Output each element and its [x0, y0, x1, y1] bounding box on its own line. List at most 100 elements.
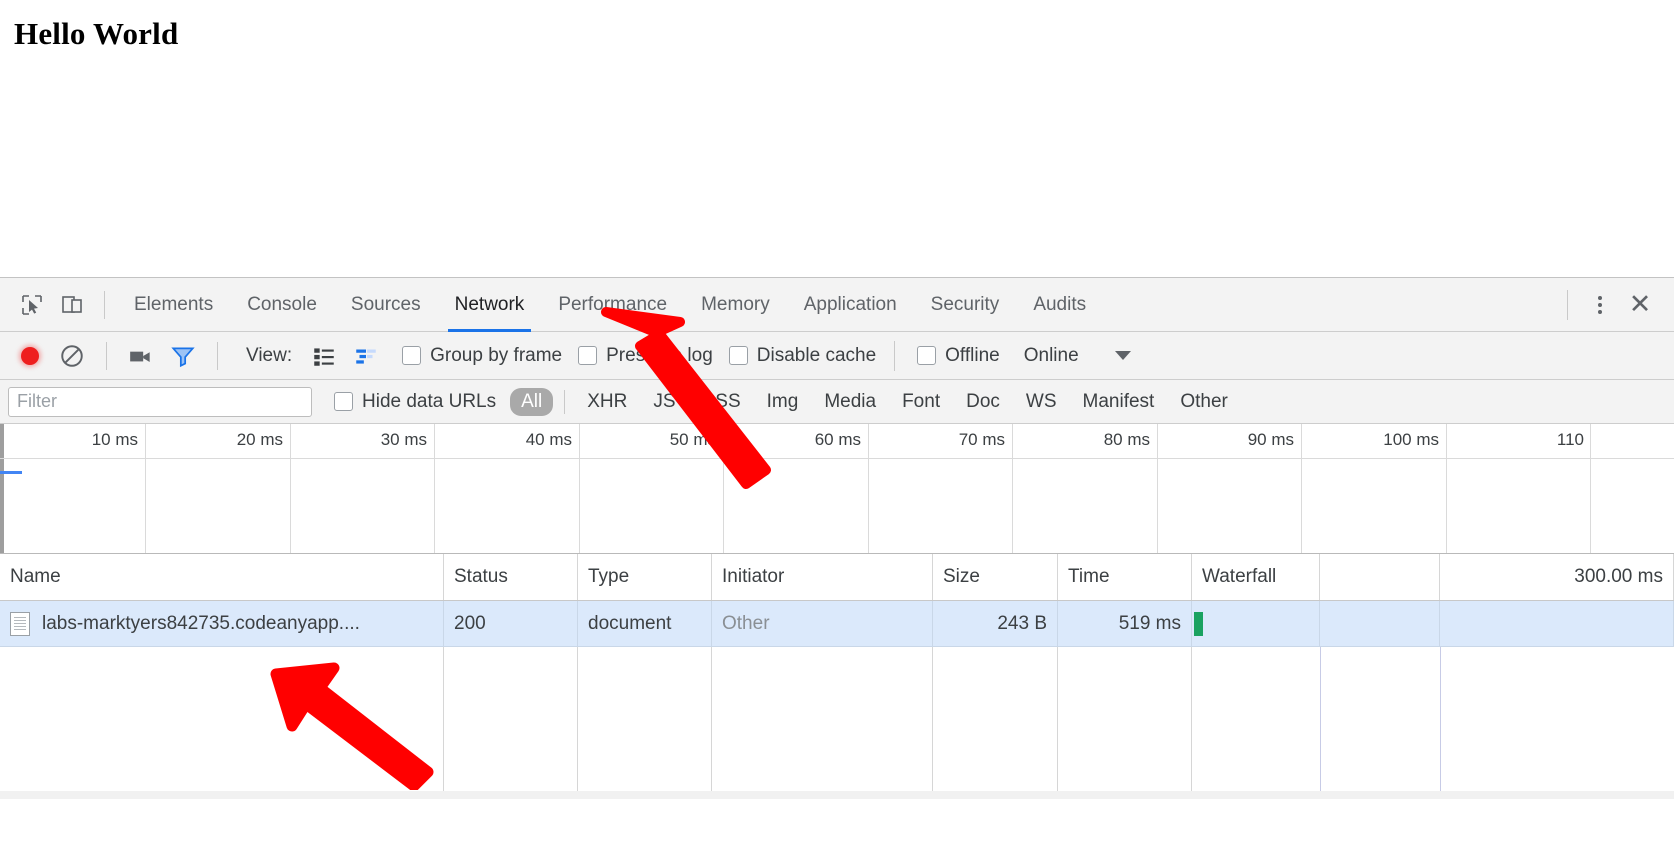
- tab-elements[interactable]: Elements: [117, 278, 230, 332]
- offline-label: Offline: [945, 344, 1000, 366]
- overview-tick-label: 110: [1556, 430, 1584, 449]
- close-icon[interactable]: ✕: [1618, 285, 1662, 325]
- overview-ruler-divider: [0, 458, 1674, 459]
- filter-input[interactable]: [8, 386, 312, 417]
- waterfall-spacer: [1320, 554, 1440, 600]
- overview-gridline: [1157, 424, 1158, 553]
- request-name: labs-marktyers842735.codeanyapp....: [42, 612, 360, 634]
- toolbar-divider: [104, 290, 105, 319]
- filter-chip-other[interactable]: Other: [1169, 388, 1239, 416]
- cell-initiator: Other: [712, 601, 933, 646]
- record-button-icon[interactable]: [10, 336, 50, 376]
- resource-type-filters: All XHR JS CSS Img Media Font Doc WS Man…: [508, 387, 1241, 416]
- toolbar-divider: [894, 340, 896, 371]
- grid-column-divider: [712, 647, 933, 799]
- filter-chip-manifest[interactable]: Manifest: [1072, 388, 1166, 416]
- device-toolbar-icon[interactable]: [52, 285, 92, 325]
- overview-tick-label: 80 ms: [1103, 430, 1150, 449]
- column-header-size[interactable]: Size: [933, 554, 1058, 600]
- tab-audits[interactable]: Audits: [1016, 278, 1103, 332]
- tab-memory[interactable]: Memory: [684, 278, 787, 332]
- hide-data-urls-label: Hide data URLs: [362, 390, 497, 412]
- tab-network[interactable]: Network: [438, 278, 542, 332]
- network-request-table: Name Status Type Initiator Size Time Wat…: [0, 554, 1674, 799]
- grid-column-divider: [933, 647, 1058, 799]
- disable-cache-checkbox[interactable]: Disable cache: [728, 345, 876, 367]
- overview-gridline: [290, 424, 291, 553]
- camera-icon[interactable]: [121, 336, 161, 376]
- filter-chip-css[interactable]: CSS: [691, 388, 752, 416]
- throttling-select[interactable]: Online: [1024, 345, 1131, 367]
- toolbar-divider: [1567, 289, 1568, 320]
- filter-chip-js[interactable]: JS: [642, 388, 686, 416]
- filter-divider: [564, 389, 566, 414]
- filter-chip-font[interactable]: Font: [891, 388, 951, 416]
- devtools-tabstrip-actions: ✕: [1553, 278, 1662, 332]
- column-header-waterfall[interactable]: Waterfall: [1192, 554, 1320, 600]
- preserve-log-checkbox[interactable]: Preserve log: [578, 345, 713, 367]
- filter-chip-media[interactable]: Media: [813, 388, 887, 416]
- network-overview-timeline[interactable]: 10 ms 20 ms 30 ms 40 ms 50 ms 60 ms 70 m…: [0, 424, 1674, 554]
- filter-chip-all[interactable]: All: [510, 387, 554, 416]
- overview-gridline: [1590, 424, 1591, 553]
- inspect-cursor-icon[interactable]: [12, 285, 52, 325]
- column-header-type[interactable]: Type: [578, 554, 712, 600]
- waterfall-bar: [1194, 611, 1203, 636]
- tab-sources[interactable]: Sources: [334, 278, 438, 332]
- horizontal-scrollbar[interactable]: [0, 791, 1674, 799]
- checkbox-box: [402, 346, 422, 365]
- filter-funnel-icon[interactable]: [163, 336, 203, 376]
- filter-chip-xhr[interactable]: XHR: [576, 388, 638, 416]
- tab-security[interactable]: Security: [914, 278, 1017, 332]
- waterfall-gridline: [1320, 647, 1321, 799]
- overview-request-bar: [0, 471, 22, 474]
- column-header-status[interactable]: Status: [444, 554, 578, 600]
- clear-icon[interactable]: [52, 336, 92, 376]
- filter-chip-doc[interactable]: Doc: [955, 388, 1011, 416]
- filter-chip-ws[interactable]: WS: [1015, 388, 1068, 416]
- waterfall-view-icon[interactable]: [346, 336, 386, 376]
- overview-tick-label: 30 ms: [380, 430, 427, 449]
- column-header-time[interactable]: Time: [1058, 554, 1192, 600]
- view-label: View:: [246, 344, 293, 366]
- overview-gridline: [145, 424, 146, 553]
- devtools-panel: Elements Console Sources Network Perform…: [0, 277, 1674, 848]
- checkbox-box: [334, 392, 353, 411]
- throttling-value: Online: [1023, 344, 1079, 366]
- kebab-menu-icon[interactable]: [1582, 285, 1618, 325]
- list-view-icon[interactable]: [304, 336, 344, 376]
- table-row[interactable]: labs-marktyers842735.codeanyapp.... 200 …: [0, 601, 1674, 647]
- page-title: Hello World: [14, 16, 179, 51]
- hide-data-urls-checkbox[interactable]: Hide data URLs: [334, 391, 496, 413]
- tab-application[interactable]: Application: [787, 278, 914, 332]
- cell-type: document: [578, 601, 712, 646]
- cell-time: 519 ms: [1058, 601, 1192, 646]
- cell-name[interactable]: labs-marktyers842735.codeanyapp....: [0, 601, 444, 646]
- tab-console[interactable]: Console: [230, 278, 334, 332]
- checkbox-box: [917, 346, 937, 365]
- overview-gridline: [579, 424, 580, 553]
- tab-performance[interactable]: Performance: [541, 278, 684, 332]
- group-by-frame-checkbox[interactable]: Group by frame: [402, 345, 562, 367]
- column-header-name[interactable]: Name: [0, 554, 444, 600]
- grid-column-divider: [444, 647, 578, 799]
- column-header-initiator[interactable]: Initiator: [712, 554, 933, 600]
- toolbar-divider: [106, 341, 107, 370]
- table-empty-area: [0, 647, 1674, 799]
- preserve-log-label: Preserve log: [606, 344, 713, 366]
- grid-column-divider: [578, 647, 712, 799]
- network-toolbar: View: Group by frame Preserve log Disabl…: [0, 332, 1674, 380]
- overview-left-edge: [0, 424, 4, 553]
- waterfall-spacer: [1320, 601, 1440, 646]
- cell-size: 243 B: [933, 601, 1058, 646]
- grid-column-divider: [1058, 647, 1192, 799]
- cell-status: 200: [444, 601, 578, 646]
- overview-gridline: [868, 424, 869, 553]
- checkbox-box: [578, 346, 598, 365]
- overview-tick-label: 60 ms: [814, 430, 861, 449]
- devtools-tabs: Elements Console Sources Network Perform…: [117, 278, 1103, 332]
- chevron-down-icon: [1114, 351, 1131, 360]
- filter-chip-img[interactable]: Img: [756, 388, 810, 416]
- overview-gridline: [1446, 424, 1447, 553]
- offline-checkbox[interactable]: Offline: [917, 345, 1000, 367]
